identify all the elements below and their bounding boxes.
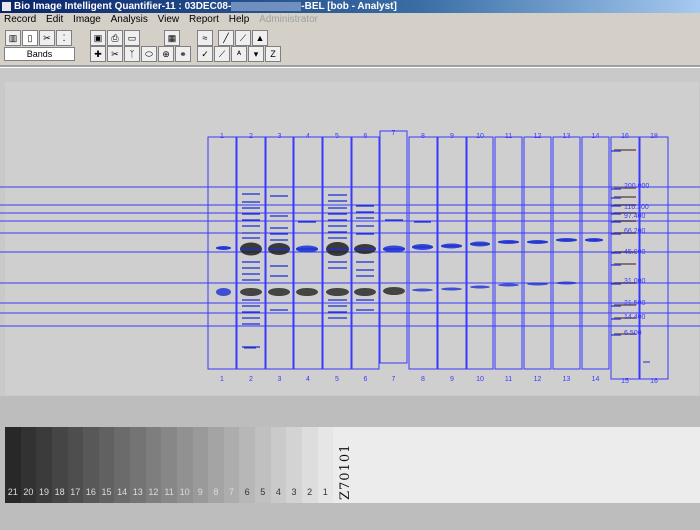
mw-label: 45.000 — [624, 249, 646, 256]
lane-number-bottom: 12 — [534, 376, 542, 383]
lane-number-top: 8 — [421, 133, 425, 140]
protein-band — [383, 287, 405, 295]
lane-number-top: 16 — [621, 133, 629, 140]
lane-number-top: 13 — [563, 133, 571, 140]
lane-number-bottom: 6 — [364, 376, 368, 383]
lane-outline — [437, 136, 467, 370]
mw-label: 200.000 — [624, 183, 649, 190]
lane-number-top: 5 — [335, 133, 339, 140]
mw-label: 6.500 — [624, 330, 642, 337]
protein-band — [240, 288, 262, 296]
lane-number-top: 7 — [392, 130, 396, 137]
lane-number-bottom: 11 — [505, 376, 512, 383]
lane-number-top: 2 — [249, 133, 253, 140]
lane-outline — [610, 136, 640, 380]
lane-number-top: 9 — [450, 133, 454, 140]
lane-number-bottom: 9 — [450, 376, 454, 383]
lane-number-bottom: 7 — [392, 376, 396, 383]
lane-outline — [639, 136, 669, 380]
protein-band — [527, 282, 548, 286]
lane-number-top: 3 — [278, 133, 282, 140]
lane-outline — [408, 136, 438, 370]
lane-number-top: 4 — [306, 133, 310, 140]
lane-number-bottom: 2 — [249, 376, 253, 383]
lane-number-top: 12 — [534, 133, 542, 140]
mw-label: 14.400 — [624, 314, 646, 321]
lane-number-top: 11 — [505, 133, 512, 140]
lane-number-top: 6 — [364, 133, 368, 140]
protein-band — [216, 288, 231, 296]
lane-outline — [552, 136, 581, 370]
protein-band — [498, 283, 519, 287]
lane-number-bottom: 4 — [306, 376, 310, 383]
mw-label: 21.500 — [624, 300, 646, 307]
lane-number-bottom: 5 — [335, 376, 339, 383]
mw-label: 66.200 — [624, 228, 646, 235]
lane-number-bottom: 10 — [476, 376, 484, 383]
protein-band — [556, 281, 577, 285]
lane-number-bottom: 16 — [650, 378, 658, 385]
mw-label: 97.400 — [624, 213, 646, 220]
protein-band — [354, 288, 376, 296]
mw-label: 116.300 — [624, 204, 649, 211]
lane-outline — [466, 136, 494, 370]
protein-band — [470, 285, 490, 289]
lane-number-bottom: 15 — [621, 378, 629, 385]
lane-number-bottom: 14 — [592, 376, 600, 383]
protein-band — [268, 288, 290, 296]
protein-band — [441, 287, 462, 291]
lane-outline — [523, 136, 552, 370]
protein-band — [326, 288, 349, 296]
lane-number-top: 14 — [592, 133, 600, 140]
protein-band — [412, 288, 433, 292]
lane-outline — [293, 136, 323, 370]
mw-label: 31.000 — [624, 278, 646, 285]
lane-number-bottom: 3 — [278, 376, 282, 383]
lane-number-bottom: 8 — [421, 376, 425, 383]
lane-outline — [494, 136, 523, 370]
lane-number-top: 18 — [650, 133, 658, 140]
lane-number-top: 10 — [476, 133, 484, 140]
band-analysis-overlay[interactable]: 1122334455667788991010111112121313141416… — [0, 0, 700, 530]
protein-band — [296, 288, 318, 296]
lane-number-bottom: 13 — [563, 376, 571, 383]
lane-outline — [207, 136, 237, 370]
lane-number-bottom: 1 — [220, 376, 224, 383]
lane-outline — [581, 136, 610, 370]
lane-number-top: 1 — [220, 133, 224, 140]
